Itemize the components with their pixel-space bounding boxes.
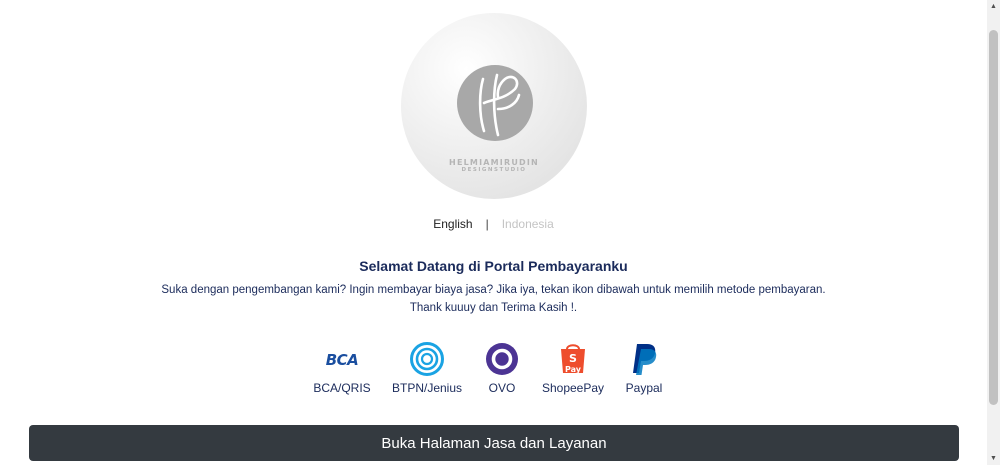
language-switcher: English | Indonesia bbox=[0, 217, 987, 231]
paypal-logo-icon bbox=[633, 344, 657, 375]
scrollbar-thumb[interactable] bbox=[989, 30, 998, 405]
page: HELMIAMIRUDIN DESIGNSTUDIO English | Indon… bbox=[0, 0, 987, 465]
svg-text:S: S bbox=[569, 352, 577, 365]
lang-english[interactable]: English bbox=[433, 217, 472, 231]
payment-label: OVO bbox=[488, 381, 516, 395]
jenius-logo-icon bbox=[410, 342, 444, 376]
payment-bca[interactable]: BCA BCA/QRIS bbox=[302, 340, 382, 395]
svg-text:Pay: Pay bbox=[565, 365, 582, 374]
payment-shopeepay[interactable]: S Pay ShopeePay bbox=[533, 340, 613, 395]
brand-tagline: DESIGNSTUDIO bbox=[461, 167, 527, 173]
payment-ovo[interactable]: OVO bbox=[462, 340, 542, 395]
payment-label: BCA/QRIS bbox=[313, 381, 371, 395]
payment-paypal[interactable]: Paypal bbox=[604, 340, 684, 395]
lang-separator: | bbox=[485, 217, 489, 231]
lang-indonesia[interactable]: Indonesia bbox=[502, 217, 554, 231]
payment-methods: BCA BCA/QRIS BTPN/Jenius OVO S Pay Shope… bbox=[313, 340, 674, 400]
open-services-button[interactable]: Buka Halaman Jasa dan Layanan bbox=[29, 425, 959, 461]
bca-logo-icon: BCA bbox=[326, 351, 359, 369]
vertical-scrollbar[interactable]: ▲ ▼ bbox=[987, 0, 1000, 465]
payment-jenius[interactable]: BTPN/Jenius bbox=[387, 340, 467, 395]
svg-text:BCA: BCA bbox=[326, 351, 359, 369]
hp-monogram-icon bbox=[457, 65, 533, 141]
brand-logo: HELMIAMIRUDIN DESIGNSTUDIO bbox=[401, 13, 587, 199]
welcome-description: Suka dengan pengembangan kami? Ingin mem… bbox=[0, 281, 987, 317]
ovo-logo-icon bbox=[486, 343, 518, 375]
scroll-down-icon[interactable]: ▼ bbox=[987, 452, 1000, 465]
scroll-up-icon[interactable]: ▲ bbox=[987, 0, 1000, 13]
welcome-title: Selamat Datang di Portal Pembayaranku bbox=[359, 258, 628, 274]
brand-name: HELMIAMIRUDIN bbox=[449, 158, 539, 167]
shopeepay-logo-icon: S Pay bbox=[561, 344, 585, 374]
welcome-line-2: Thank kuuuy dan Terima Kasih !. bbox=[409, 302, 578, 314]
payment-label: BTPN/Jenius bbox=[391, 381, 463, 395]
welcome-line-1: Suka dengan pengembangan kami? Ingin mem… bbox=[161, 284, 826, 296]
payment-label: ShopeePay bbox=[541, 381, 605, 395]
payment-label: Paypal bbox=[625, 381, 663, 395]
